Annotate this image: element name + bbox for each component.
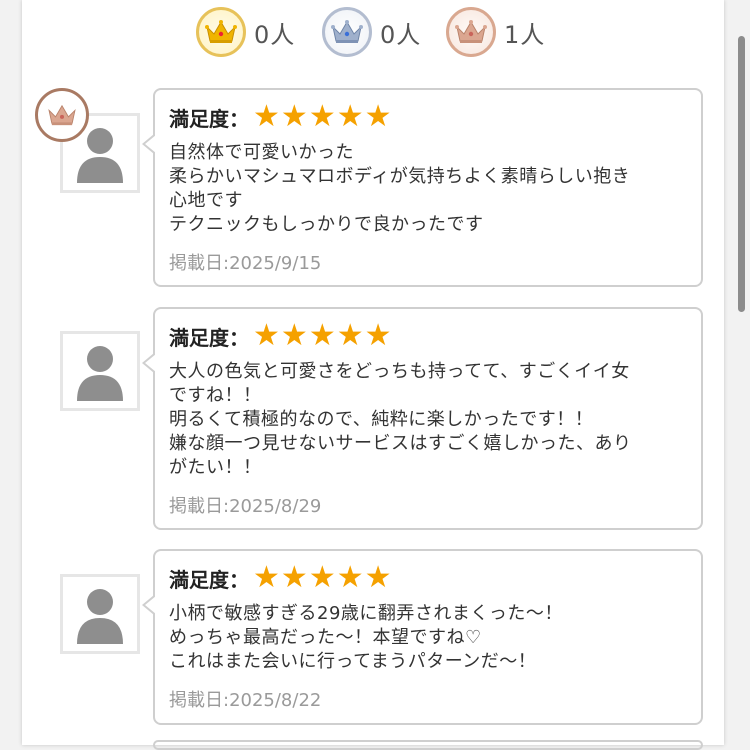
star-icon: ★ [280, 99, 308, 134]
gold-count: 0人 [254, 20, 296, 49]
satisfaction-row: 満足度： ★ ★ ★ ★ ★ [169, 560, 687, 596]
avatar [60, 331, 140, 411]
review-item: 満足度： ★ ★ ★ ★ ★ 小柄で敏感すぎる29歳に翻弄されまくった～！ めっちゃ最高… [22, 549, 724, 725]
star-icon: ★ [364, 560, 392, 595]
bronze-count: 1人 [504, 20, 546, 49]
star-icon: ★ [280, 560, 308, 595]
star-icon: ★ [253, 318, 280, 353]
review-item: 満足度： ★ ★ ★ ★ ★ 大人の色気と可愛さをどっちも持ってて、すごくイイ女 ですね… [22, 307, 724, 531]
user-silhouette-icon [77, 346, 123, 401]
silver-count: 0人 [380, 20, 422, 49]
bronze-crown-icon [446, 7, 496, 57]
star-icon: ★ [280, 318, 308, 353]
satisfaction-label: 満足度： [169, 106, 249, 131]
review-panel: 0人 0人 1人 満足度： ★ ★ ★ ★ ★ 自然体で可愛いかった 柔らかいマ… [22, 0, 724, 750]
satisfaction-label: 満足度： [169, 325, 249, 350]
ranking-summary: 0人 0人 1人 [22, 6, 724, 58]
star-rating: ★ ★ ★ ★ ★ [253, 321, 393, 351]
rank-gold: 0人 [196, 6, 295, 58]
star-icon: ★ [308, 560, 336, 595]
satisfaction-label: 満足度： [169, 567, 249, 592]
bronze-crown-icon [35, 88, 89, 142]
review-item: 満足度： ★ ★ ★ ★ ★ 自然体で可愛いかった 柔らかいマシュマロボディが気持ちよく… [22, 88, 724, 288]
review-comment: 大人の色気と可愛さをどっちも持ってて、すごくイイ女 ですね！！ 明るくて積極的な… [169, 361, 632, 478]
scrollbar[interactable] [738, 36, 745, 312]
user-silhouette-icon [77, 589, 123, 644]
avatar [60, 574, 140, 654]
rank-bronze: 1人 [446, 6, 545, 58]
review-date: 掲載日:2025/8/29 [169, 496, 322, 517]
review-date: 掲載日:2025/9/15 [169, 253, 322, 274]
review-card-next [153, 740, 703, 750]
review-comment: 自然体で可愛いかった 柔らかいマシュマロボディが気持ちよく素晴らしい抱き 心地で… [169, 142, 631, 235]
rank-silver: 0人 [322, 6, 421, 58]
star-icon: ★ [308, 318, 336, 353]
star-icon: ★ [253, 99, 280, 134]
star-icon: ★ [364, 99, 392, 134]
review-card: 満足度： ★ ★ ★ ★ ★ 自然体で可愛いかった 柔らかいマシュマロボディが気持ちよく… [142, 88, 703, 287]
gold-crown-icon [196, 7, 246, 57]
satisfaction-row: 満足度： ★ ★ ★ ★ ★ [169, 99, 687, 135]
star-icon: ★ [253, 560, 280, 595]
star-icon: ★ [364, 318, 392, 353]
satisfaction-row: 満足度： ★ ★ ★ ★ ★ [169, 318, 687, 354]
star-icon: ★ [336, 318, 364, 353]
review-card: 満足度： ★ ★ ★ ★ ★ 小柄で敏感すぎる29歳に翻弄されまくった～！ めっちゃ最高… [142, 549, 703, 725]
star-icon: ★ [308, 99, 336, 134]
review-date: 掲載日:2025/8/22 [169, 690, 322, 711]
silver-crown-icon [322, 7, 372, 57]
star-icon: ★ [336, 99, 364, 134]
review-card: 満足度： ★ ★ ★ ★ ★ 大人の色気と可愛さをどっちも持ってて、すごくイイ女 ですね… [142, 307, 703, 530]
star-rating: ★ ★ ★ ★ ★ [253, 563, 393, 593]
star-icon: ★ [336, 560, 364, 595]
star-rating: ★ ★ ★ ★ ★ [253, 102, 393, 132]
review-comment: 小柄で敏感すぎる29歳に翻弄されまくった～！ めっちゃ最高だった～！本望ですね♡… [169, 603, 563, 672]
